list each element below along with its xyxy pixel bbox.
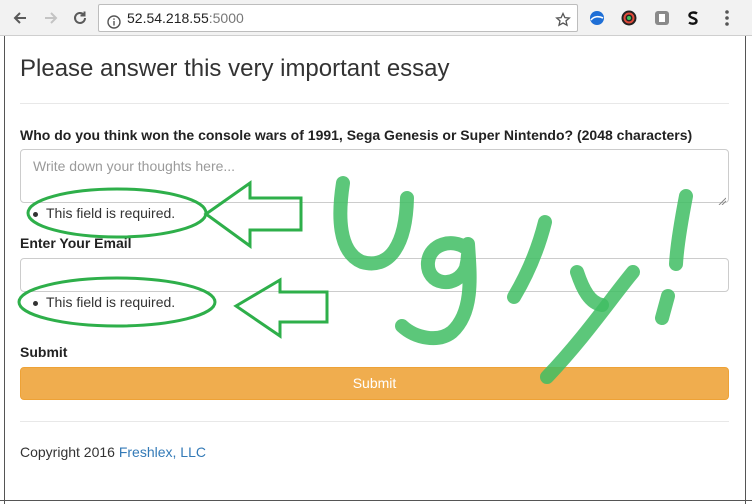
footer: Copyright 2016 Freshlex, LLC [20,444,206,460]
star-icon[interactable] [555,10,571,27]
window-border [0,500,752,501]
footer-link[interactable]: Freshlex, LLC [119,444,206,460]
divider [20,103,729,104]
reload-icon[interactable] [68,6,92,30]
extension-icon[interactable] [651,7,673,29]
extension-icon[interactable] [682,7,704,29]
question-label: Who do you think won the console wars of… [20,127,693,143]
window-border [745,36,746,504]
email-label: Enter Your Email [20,235,132,251]
divider [20,421,729,422]
page-title: Please answer this very important essay [20,55,450,82]
window-border [4,36,5,504]
browser-toolbar: 52.54.218.55:5000 [0,0,752,36]
extension-icon[interactable] [618,7,640,29]
extension-icon[interactable] [716,7,738,29]
essay-error-message: This field is required. [32,205,176,221]
back-arrow-icon[interactable] [8,6,32,30]
submit-button[interactable]: Submit [20,367,729,400]
essay-textarea[interactable]: Write down your thoughts here... [20,149,729,206]
address-bar[interactable]: 52.54.218.55:5000 [98,4,578,32]
submit-label: Submit [20,344,68,360]
footer-text: Copyright 2016 [20,444,119,460]
info-icon[interactable] [107,11,121,29]
essay-placeholder: Write down your thoughts here... [33,158,236,174]
email-error-message: This field is required. [32,294,176,310]
resize-handle-icon[interactable] [718,192,727,206]
forward-arrow-icon[interactable] [39,6,63,30]
email-input[interactable] [20,258,729,292]
extension-icon[interactable] [586,7,608,29]
url-text: 52.54.218.55:5000 [127,10,244,26]
